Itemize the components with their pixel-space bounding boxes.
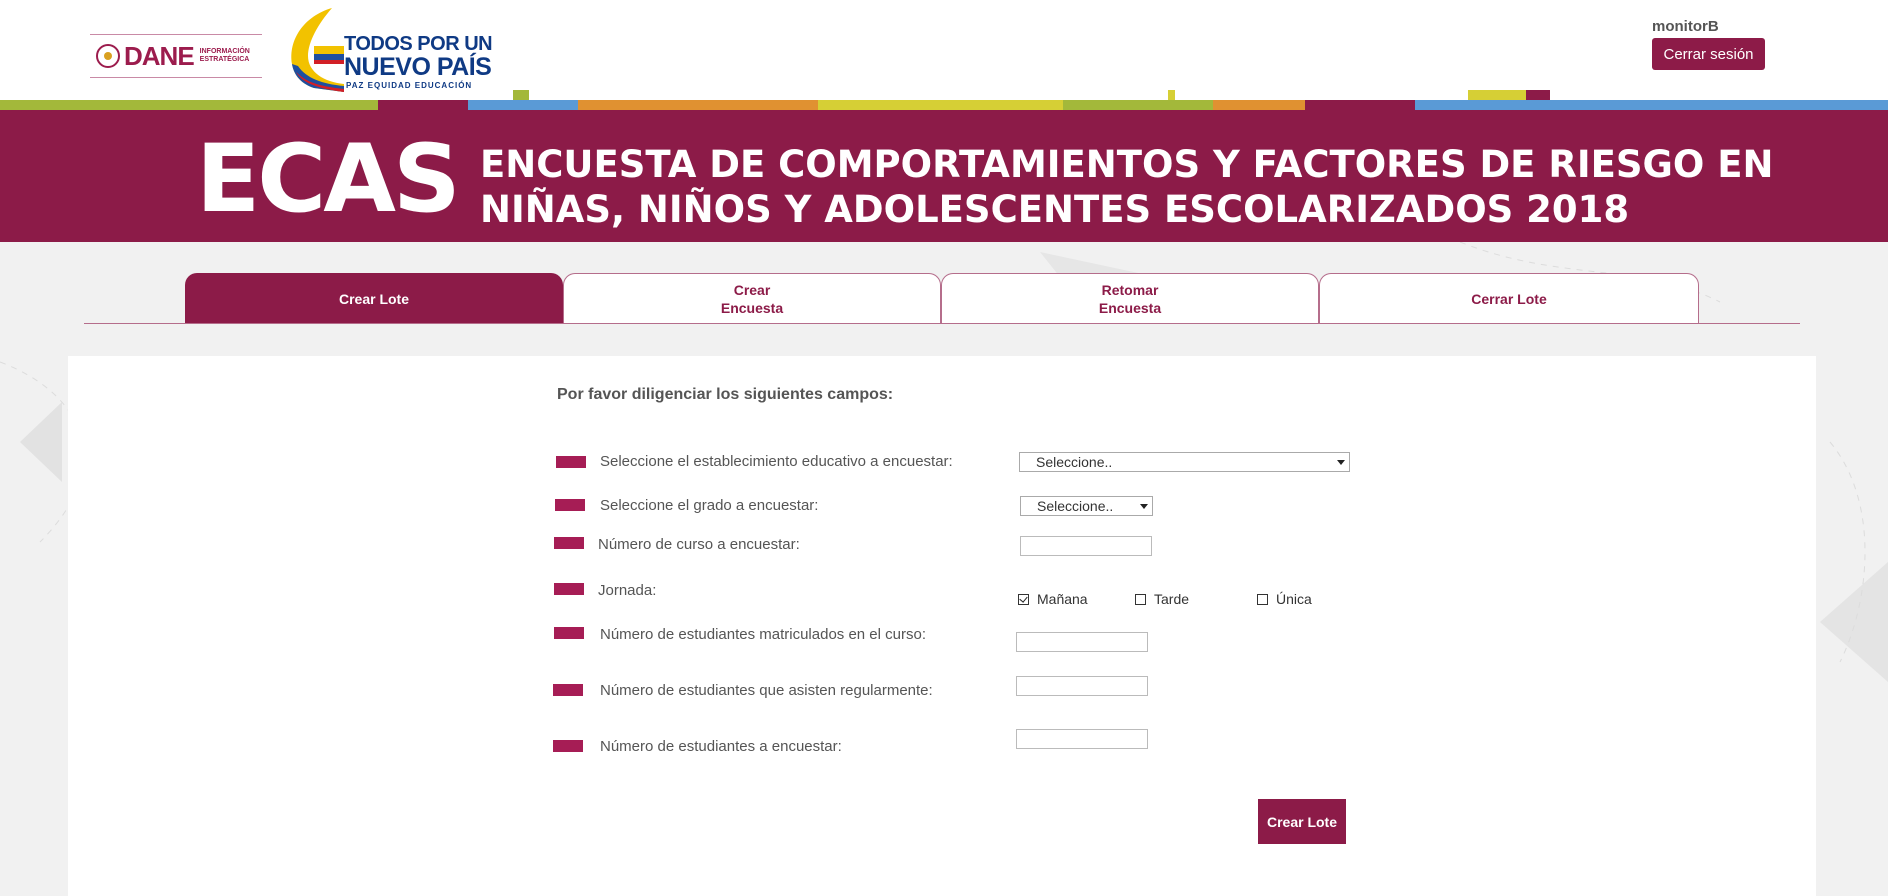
shift-option-manana[interactable]: Mañana <box>1018 591 1088 607</box>
field-marker <box>555 499 585 511</box>
tab-label: Cerrar Lote <box>1471 290 1547 307</box>
banner-acronym: ECAS <box>196 125 461 234</box>
form-panel <box>68 356 1816 896</box>
chevron-down-icon <box>1337 460 1345 465</box>
grade-select[interactable]: Seleccione.. <box>1020 496 1153 516</box>
shift-option-label: Tarde <box>1154 591 1190 607</box>
dane-logo: DANE INFORMACIÓN ESTRATÉGICA <box>90 34 262 78</box>
to-survey-label: Número de estudiantes a encuestar: <box>600 738 842 755</box>
logout-button[interactable]: Cerrar sesión <box>1652 38 1765 70</box>
field-marker <box>554 627 584 639</box>
tab-retomar-encuesta[interactable]: Retomar Encuesta <box>941 273 1319 323</box>
tab-label: Crear Lote <box>338 290 410 307</box>
flag-swoosh-icon <box>291 8 344 92</box>
tab-bar: Crear Lote Crear Encuesta Retomar Encues… <box>185 273 1699 324</box>
grade-select-value: Seleccione.. <box>1037 498 1114 514</box>
course-number-input[interactable] <box>1020 536 1152 556</box>
banner-title: ENCUESTA DE COMPORTAMIENTOS Y FACTORES D… <box>480 142 1780 232</box>
checkbox-icon <box>1135 593 1146 605</box>
checkbox-checked-icon <box>1018 593 1029 605</box>
banner-title-line-2: NIÑAS, NIÑOS Y ADOLESCENTES ESCOLARIZADO… <box>480 188 1630 231</box>
logo-line-3: PAZ EQUIDAD EDUCACIÓN <box>346 81 473 90</box>
establishment-label: Seleccione el establecimiento educativo … <box>600 453 953 470</box>
shift-option-unica[interactable]: Única <box>1257 591 1312 607</box>
shift-option-label: Mañana <box>1037 591 1088 607</box>
shift-label: Jornada: <box>598 582 657 599</box>
banner-title-line-1: ENCUESTA DE COMPORTAMIENTOS Y FACTORES D… <box>480 143 1774 186</box>
field-marker <box>554 537 584 549</box>
field-marker <box>556 456 586 468</box>
enrolled-input[interactable] <box>1016 632 1148 652</box>
todos-por-un-nuevo-pais-logo: TODOS POR UN NUEVO PAÍS PAZ EQUIDAD EDUC… <box>284 6 493 94</box>
to-survey-input[interactable] <box>1016 729 1148 749</box>
enrolled-label: Número de estudiantes matriculados en el… <box>600 626 927 643</box>
shift-option-label: Única <box>1276 591 1312 607</box>
establishment-select-value: Seleccione.. <box>1036 454 1113 470</box>
form-intro: Por favor diligenciar los siguientes cam… <box>557 386 894 403</box>
username-label: monitorB <box>1652 18 1719 35</box>
field-marker <box>553 740 583 752</box>
dane-logo-word: DANE <box>124 40 195 71</box>
checkbox-icon <box>1257 593 1268 605</box>
chevron-down-icon <box>1140 504 1148 509</box>
dane-logo-subtitle: INFORMACIÓN ESTRATÉGICA <box>199 48 250 63</box>
tab-cerrar-lote[interactable]: Cerrar Lote <box>1319 273 1699 323</box>
tab-label: Retomar Encuesta <box>1098 281 1162 316</box>
attending-label: Número de estudiantes que asisten regula… <box>600 682 933 699</box>
course-number-label: Número de curso a encuestar: <box>598 536 800 553</box>
top-header: DANE INFORMACIÓN ESTRATÉGICA TODOS POR U… <box>0 0 1888 100</box>
grade-label: Seleccione el grado a encuestar: <box>600 497 819 514</box>
field-marker <box>553 684 583 696</box>
shift-option-tarde[interactable]: Tarde <box>1135 591 1189 607</box>
tab-underline <box>84 323 1800 324</box>
tab-crear-lote[interactable]: Crear Lote <box>185 273 563 323</box>
tab-label: Crear Encuesta <box>720 281 784 316</box>
logo-line-2: NUEVO PAÍS <box>344 53 492 81</box>
establishment-select[interactable]: Seleccione.. <box>1019 452 1350 472</box>
tab-crear-encuesta[interactable]: Crear Encuesta <box>563 273 941 323</box>
field-marker <box>554 583 584 595</box>
create-lot-button[interactable]: Crear Lote <box>1258 799 1346 844</box>
attending-input[interactable] <box>1016 676 1148 696</box>
colombia-seal-icon <box>96 44 120 68</box>
